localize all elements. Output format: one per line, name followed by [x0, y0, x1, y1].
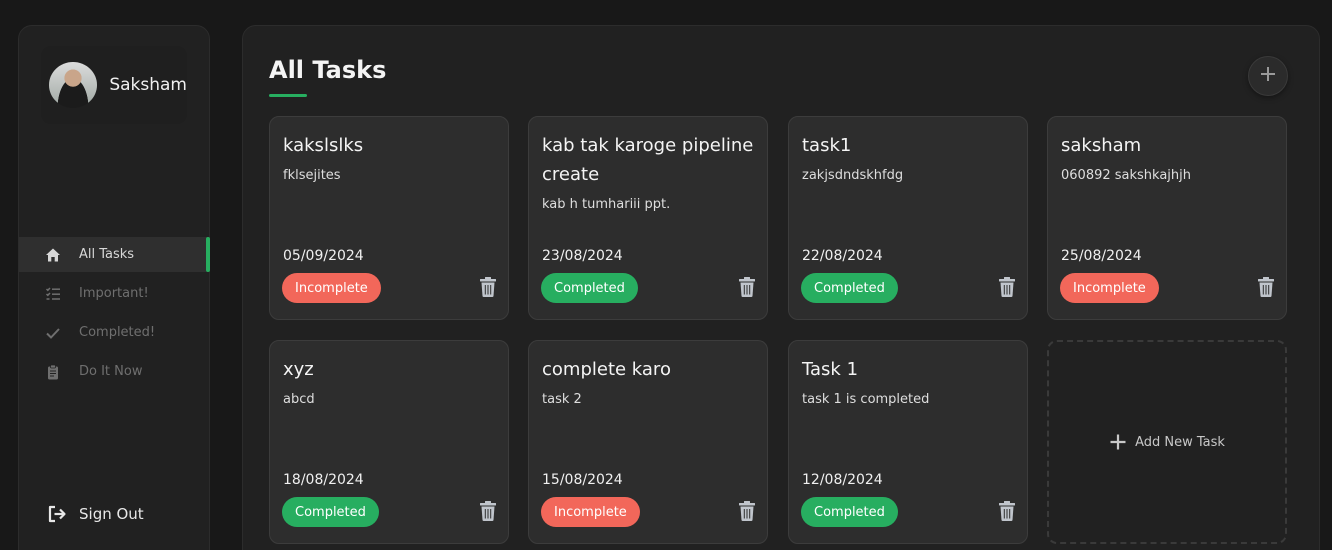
status-badge[interactable]: Incomplete — [541, 497, 640, 527]
task-card: complete karo task 2 15/08/2024 Incomple… — [528, 340, 768, 544]
trash-icon[interactable] — [480, 501, 496, 521]
sidebar: Saksham All Tasks Important! Completed! — [18, 25, 210, 550]
status-badge[interactable]: Incomplete — [282, 273, 381, 303]
task-title: Task 1 — [802, 359, 859, 380]
avatar — [49, 62, 98, 108]
task-title: saksham — [1061, 135, 1142, 156]
add-task-button[interactable] — [1248, 56, 1288, 96]
task-date: 23/08/2024 — [542, 248, 623, 264]
task-title: complete karo — [542, 359, 671, 380]
list-check-icon — [45, 286, 61, 302]
sidebar-item-completed[interactable]: Completed! — [19, 315, 210, 350]
trash-icon[interactable] — [1258, 277, 1274, 297]
task-title: task1 — [802, 135, 852, 156]
task-date: 15/08/2024 — [542, 472, 623, 488]
sidebar-nav: All Tasks Important! Completed! Do It No… — [19, 237, 210, 393]
task-date: 12/08/2024 — [802, 472, 883, 488]
task-title: kakslslks — [283, 135, 364, 156]
trash-icon[interactable] — [480, 277, 496, 297]
plus-icon — [1259, 65, 1277, 87]
user-profile: Saksham — [41, 46, 187, 124]
task-description: task 1 is completed — [802, 392, 930, 407]
sidebar-item-label: Do It Now — [79, 364, 143, 379]
status-badge[interactable]: Completed — [801, 497, 898, 527]
status-badge[interactable]: Completed — [282, 497, 379, 527]
user-name: Saksham — [109, 75, 187, 95]
add-new-task-card[interactable]: Add New Task — [1047, 340, 1287, 544]
home-icon — [45, 247, 61, 263]
trash-icon[interactable] — [739, 501, 755, 521]
task-description: zakjsdndskhfdg — [802, 168, 904, 183]
sign-out-label: Sign Out — [79, 505, 144, 523]
task-description: task 2 — [542, 392, 582, 407]
sidebar-item-label: Important! — [79, 286, 149, 301]
status-badge[interactable]: Completed — [801, 273, 898, 303]
clipboard-icon — [45, 364, 61, 380]
page-title: All Tasks — [269, 56, 387, 84]
task-description: abcd — [283, 392, 315, 407]
main-panel: All Tasks kakslslks fklsejites 05/09/202… — [242, 25, 1320, 550]
sidebar-item-important[interactable]: Important! — [19, 276, 210, 311]
sidebar-item-all-tasks[interactable]: All Tasks — [19, 237, 210, 272]
status-badge[interactable]: Incomplete — [1060, 273, 1159, 303]
sidebar-item-label: Completed! — [79, 325, 156, 340]
task-description: kab h tumhariii ppt. — [542, 197, 671, 212]
sign-out-icon — [47, 504, 67, 524]
task-card: Task 1 task 1 is completed 12/08/2024 Co… — [788, 340, 1028, 544]
task-date: 25/08/2024 — [1061, 248, 1142, 264]
task-card: kakslslks fklsejites 05/09/2024 Incomple… — [269, 116, 509, 320]
task-date: 22/08/2024 — [802, 248, 883, 264]
task-card: kab tak karoge pipeline create kab h tum… — [528, 116, 768, 320]
sign-out-button[interactable]: Sign Out — [47, 504, 144, 524]
trash-icon[interactable] — [999, 501, 1015, 521]
check-icon — [45, 325, 61, 341]
task-date: 18/08/2024 — [283, 472, 364, 488]
trash-icon[interactable] — [739, 277, 755, 297]
trash-icon[interactable] — [999, 277, 1015, 297]
sidebar-item-do-it-now[interactable]: Do It Now — [19, 354, 210, 389]
task-description: fklsejites — [283, 168, 341, 183]
status-badge[interactable]: Completed — [541, 273, 638, 303]
plus-icon — [1109, 433, 1127, 451]
task-title: kab tak karoge pipeline create — [542, 135, 754, 185]
task-card: xyz abcd 18/08/2024 Completed — [269, 340, 509, 544]
sidebar-item-label: All Tasks — [79, 247, 135, 262]
add-new-task-label: Add New Task — [1135, 434, 1225, 450]
task-title: xyz — [283, 359, 314, 380]
task-card: task1 zakjsdndskhfdg 22/08/2024 Complete… — [788, 116, 1028, 320]
title-underline — [269, 94, 307, 97]
task-description: 060892 sakshkajhjh — [1061, 168, 1192, 183]
task-card: saksham 060892 sakshkajhjh 25/08/2024 In… — [1047, 116, 1287, 320]
task-date: 05/09/2024 — [283, 248, 364, 264]
